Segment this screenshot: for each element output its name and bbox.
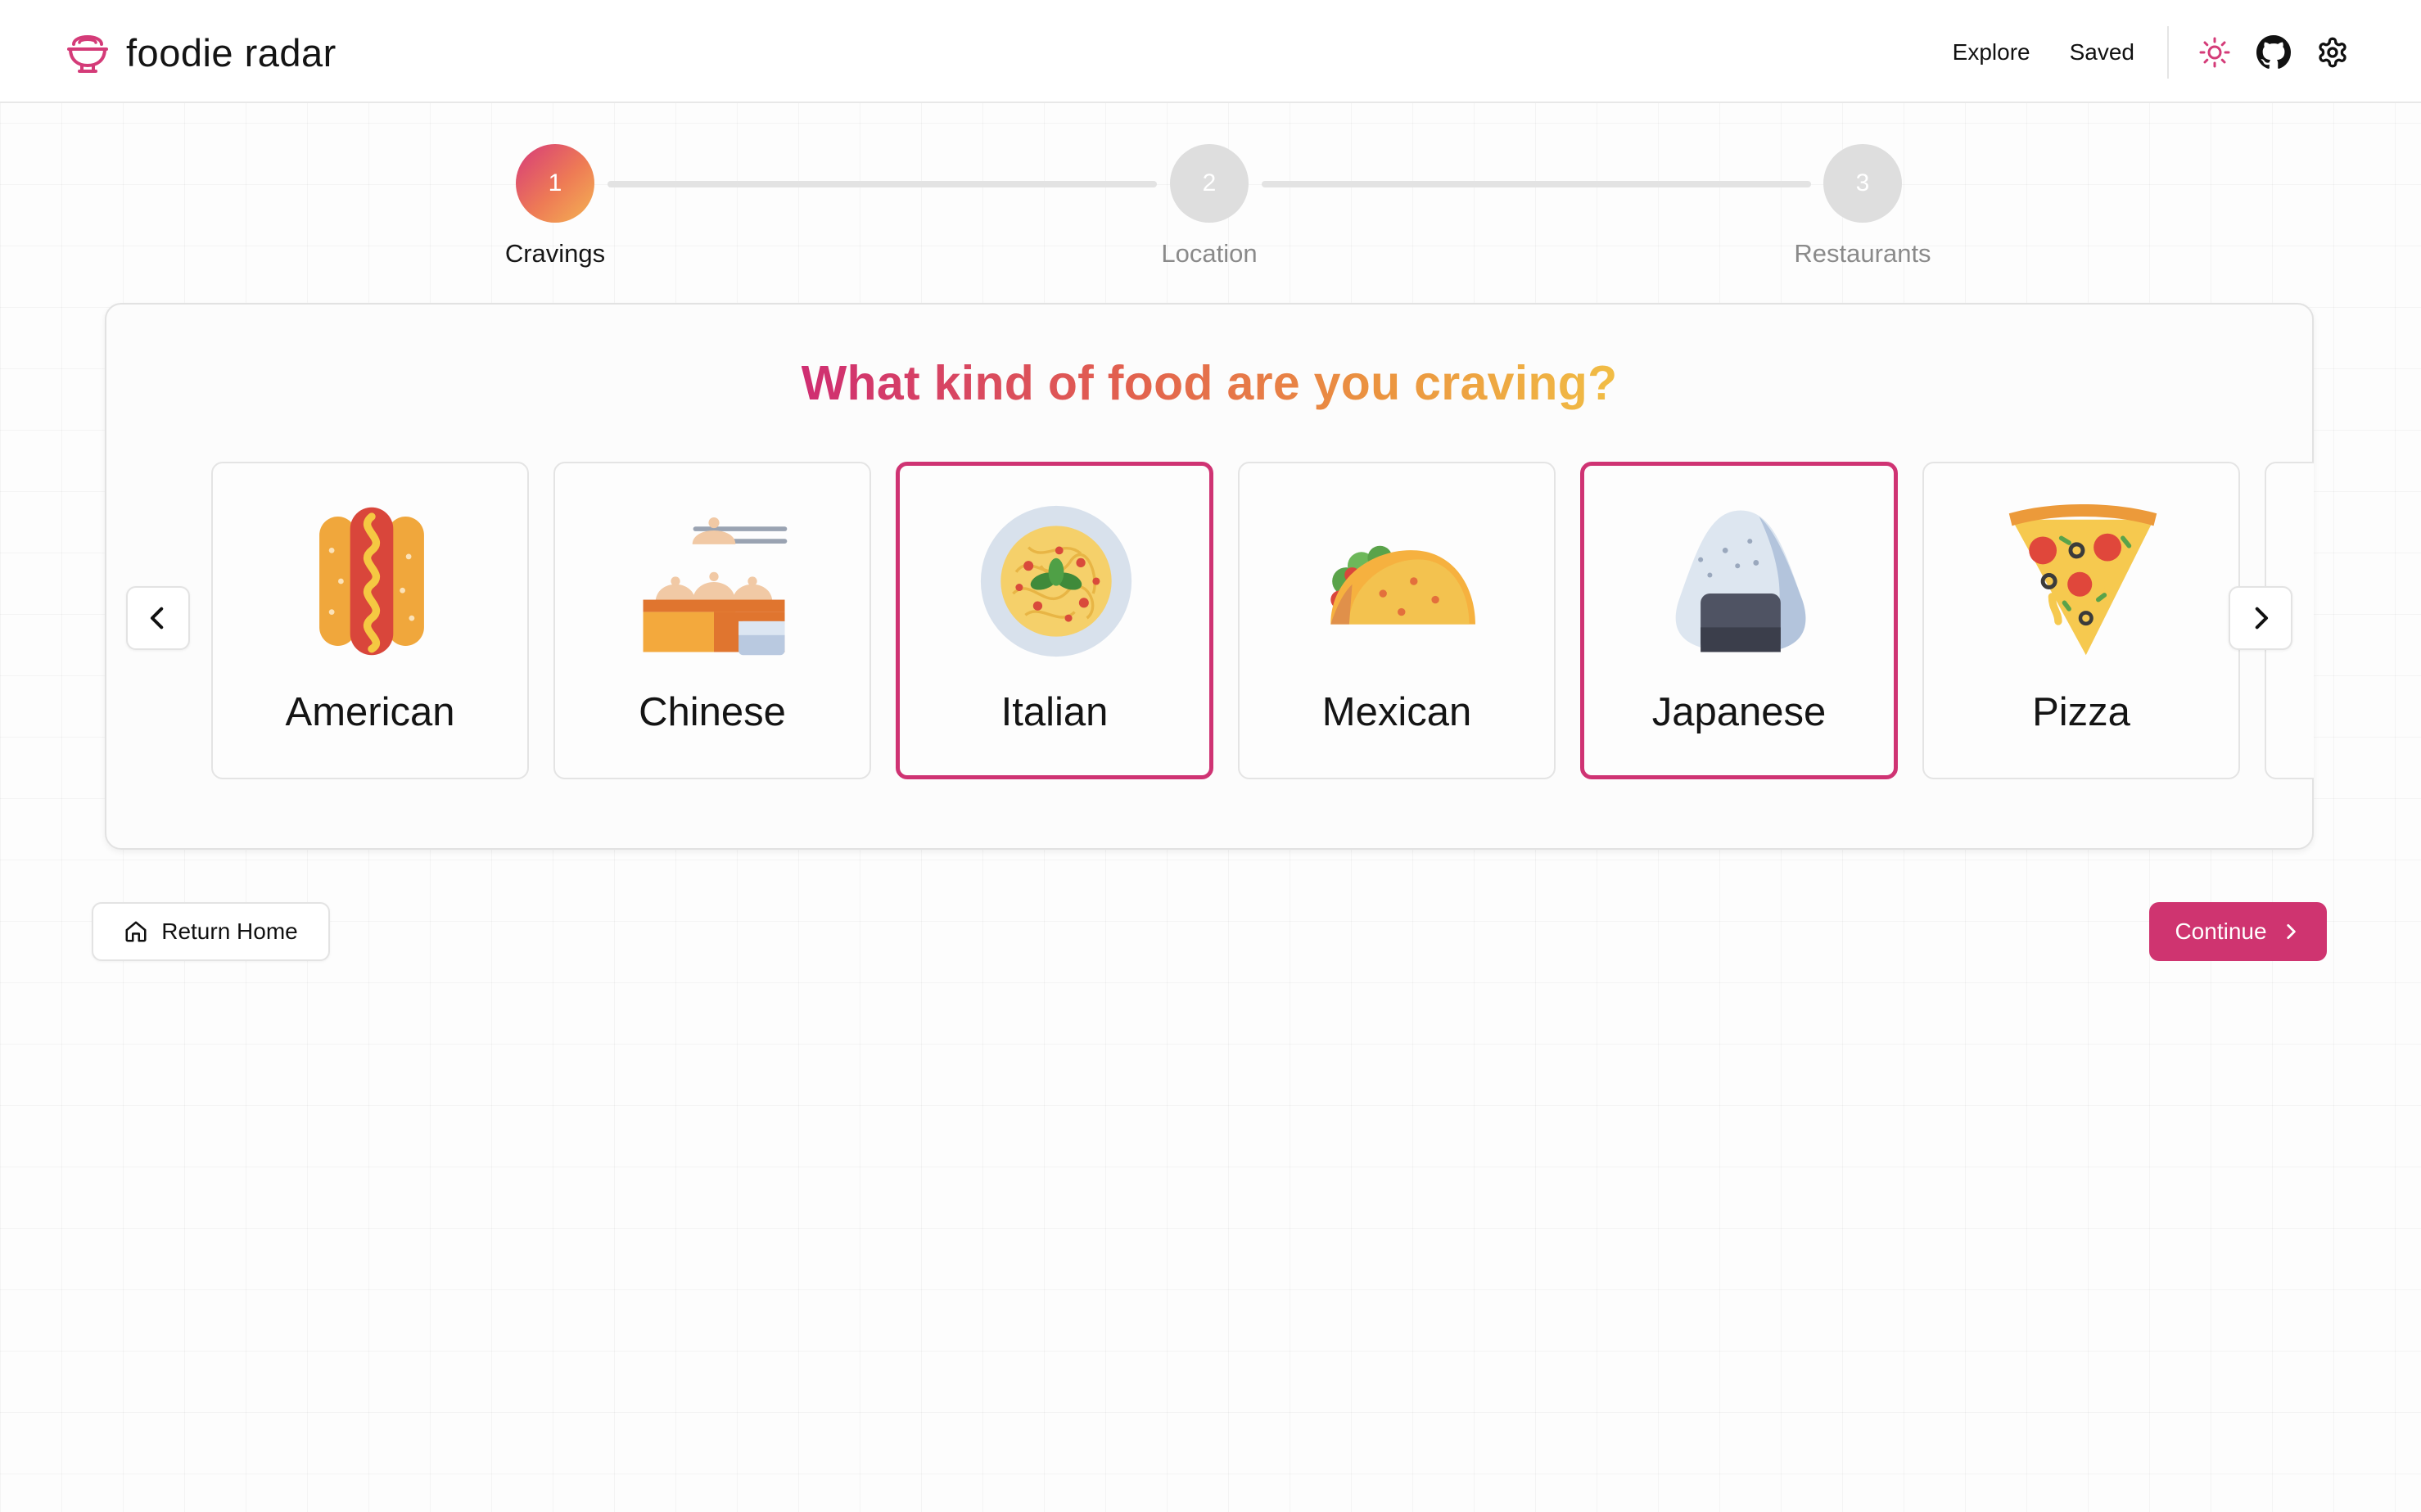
settings-button[interactable] bbox=[2311, 31, 2354, 74]
onigiri-icon bbox=[1675, 510, 1806, 652]
brand-title: foodie radar bbox=[126, 30, 337, 74]
cuisine-label: Chinese bbox=[639, 690, 786, 734]
nav-link-explore[interactable]: Explore bbox=[1953, 39, 2030, 65]
cuisine-card-chinese[interactable]: Chinese bbox=[553, 462, 871, 779]
step-2-label: Location bbox=[1161, 239, 1258, 268]
spaghetti-icon bbox=[980, 505, 1132, 657]
taco-icon bbox=[1330, 545, 1475, 625]
carousel-next-button[interactable] bbox=[2229, 586, 2292, 650]
cuisine-card-american[interactable]: American bbox=[211, 462, 529, 779]
cuisine-label: Mexican bbox=[1321, 690, 1472, 734]
cuisine-card-mexican[interactable]: Mexican bbox=[1238, 462, 1556, 779]
cuisine-carousel[interactable]: American Chinese Italian Mexican Japanes… bbox=[211, 462, 2314, 779]
return-home-label: Return Home bbox=[161, 918, 298, 944]
hot-dog-icon bbox=[319, 507, 424, 656]
home-icon bbox=[125, 921, 147, 942]
step-2-circle[interactable]: 2 bbox=[1170, 144, 1249, 223]
step-1-circle[interactable]: 1 bbox=[516, 144, 594, 223]
cuisine-label: Japanese bbox=[1651, 690, 1827, 734]
nav-link-saved[interactable]: Saved bbox=[2070, 39, 2134, 65]
pizza-icon bbox=[2008, 504, 2157, 656]
brand[interactable]: foodie radar bbox=[65, 26, 337, 79]
cravings-card: What kind of food are you craving? Ameri… bbox=[105, 303, 2314, 850]
chevron-left-icon bbox=[150, 607, 164, 630]
continue-label: Continue bbox=[2175, 918, 2267, 944]
nav-divider bbox=[2167, 26, 2169, 79]
progress-stepper: 1 Cravings 2 Location 3 Restaurants bbox=[0, 144, 2421, 275]
step-3-label: Restaurants bbox=[1794, 239, 1931, 268]
cuisine-card-japanese[interactable]: Japanese bbox=[1580, 462, 1898, 779]
theme-toggle-button[interactable] bbox=[2193, 31, 2236, 74]
cuisine-card-italian[interactable]: Italian bbox=[896, 462, 1213, 779]
nav-actions: Explore Saved bbox=[1953, 20, 2354, 85]
continue-button[interactable]: Continue bbox=[2149, 902, 2327, 961]
page-title: What kind of food are you craving? bbox=[801, 356, 1618, 410]
carousel-prev-button[interactable] bbox=[126, 586, 190, 650]
step-connector bbox=[1262, 181, 1811, 187]
cuisine-label: Italian bbox=[1000, 690, 1109, 734]
chevron-right-icon bbox=[2286, 924, 2296, 939]
github-link[interactable] bbox=[2252, 31, 2295, 74]
top-navbar: foodie radar Explore Saved bbox=[0, 0, 2421, 103]
step-3-circle[interactable]: 3 bbox=[1823, 144, 1902, 223]
ramen-bowl-icon bbox=[67, 35, 108, 73]
gear-icon bbox=[2319, 37, 2346, 68]
step-1-label: Cravings bbox=[504, 239, 606, 268]
sun-icon bbox=[2199, 37, 2230, 68]
step-connector bbox=[608, 181, 1157, 187]
dumplings-icon bbox=[643, 517, 788, 656]
cuisine-label: American bbox=[285, 690, 455, 734]
return-home-button[interactable]: Return Home bbox=[92, 902, 330, 961]
chevron-right-icon bbox=[2255, 607, 2269, 630]
cuisine-card-pizza[interactable]: Pizza bbox=[1922, 462, 2240, 779]
github-icon bbox=[2256, 35, 2291, 69]
cuisine-label: Pizza bbox=[2032, 690, 2130, 734]
